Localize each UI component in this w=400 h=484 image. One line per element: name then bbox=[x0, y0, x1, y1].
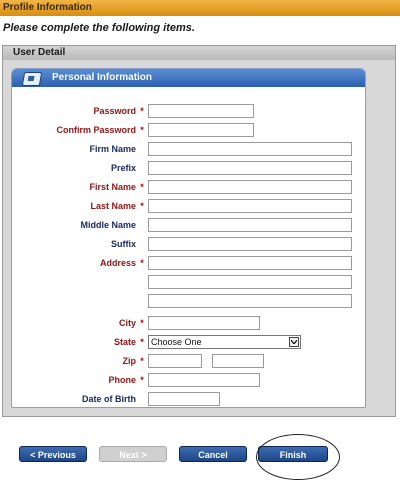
confirm-password-input[interactable] bbox=[148, 123, 254, 137]
prefix-input[interactable] bbox=[148, 161, 352, 175]
required-asterisk: * bbox=[140, 318, 144, 328]
address-label: Address bbox=[99, 258, 136, 268]
required-asterisk: * bbox=[140, 125, 144, 135]
firm-name-label: Firm Name bbox=[89, 144, 136, 154]
first-name-label: First Name bbox=[89, 182, 136, 192]
address-line-3-input[interactable] bbox=[148, 294, 352, 308]
wizard-buttons: < Previous Next > Cancel Finish bbox=[0, 446, 400, 466]
confirm-password-label: Confirm Password bbox=[56, 125, 136, 135]
section-title: User Detail bbox=[3, 46, 395, 60]
instruction-text: Please complete the following items. bbox=[3, 22, 195, 34]
phone-label: Phone bbox=[108, 375, 136, 385]
state-label: State bbox=[113, 337, 136, 347]
dob-input[interactable] bbox=[148, 392, 220, 406]
first-name-input[interactable] bbox=[148, 180, 352, 194]
previous-button[interactable]: < Previous bbox=[19, 446, 87, 462]
last-name-row: Last Name * bbox=[12, 198, 365, 214]
required-asterisk: * bbox=[140, 201, 144, 211]
id-card-icon bbox=[21, 72, 43, 86]
phone-input[interactable] bbox=[148, 373, 260, 387]
panel-title: Personal Information bbox=[52, 72, 153, 83]
state-selected-value: Choose One bbox=[151, 337, 202, 347]
panel-header: Personal Information bbox=[12, 69, 365, 87]
password-row: Password * bbox=[12, 103, 365, 119]
window-title: Profile Information bbox=[0, 0, 400, 16]
address-line-1-input[interactable] bbox=[148, 256, 352, 270]
dob-label: Date of Birth bbox=[82, 394, 136, 404]
firm-name-input[interactable] bbox=[148, 142, 352, 156]
confirm-password-row: Confirm Password * bbox=[12, 122, 365, 138]
state-row: State * Choose One bbox=[12, 334, 365, 350]
prefix-label: Prefix bbox=[110, 163, 136, 173]
zip-row: Zip * bbox=[12, 353, 365, 369]
user-detail-section: User Detail Personal Information Passwor… bbox=[2, 45, 396, 417]
password-label: Password bbox=[93, 106, 136, 116]
middle-name-input[interactable] bbox=[148, 218, 352, 232]
state-select[interactable]: Choose One bbox=[148, 335, 301, 349]
suffix-label: Suffix bbox=[110, 239, 136, 249]
firm-name-row: Firm Name bbox=[12, 141, 365, 157]
city-input[interactable] bbox=[148, 316, 260, 330]
middle-name-label: Middle Name bbox=[80, 220, 136, 230]
city-label: City bbox=[118, 318, 136, 328]
last-name-label: Last Name bbox=[90, 201, 136, 211]
required-asterisk: * bbox=[140, 258, 144, 268]
first-name-row: First Name * bbox=[12, 179, 365, 195]
address-line-2-row bbox=[12, 274, 365, 290]
cancel-button[interactable]: Cancel bbox=[179, 446, 247, 462]
password-input[interactable] bbox=[148, 104, 254, 118]
middle-name-row: Middle Name bbox=[12, 217, 365, 233]
address-row: Address * bbox=[12, 255, 365, 271]
required-asterisk: * bbox=[140, 182, 144, 192]
personal-information-panel: Personal Information Password * Confirm … bbox=[11, 68, 366, 408]
zip-label: Zip bbox=[122, 356, 137, 366]
phone-row: Phone * bbox=[12, 372, 365, 388]
suffix-input[interactable] bbox=[148, 237, 352, 251]
required-asterisk: * bbox=[140, 375, 144, 385]
required-asterisk: * bbox=[140, 356, 144, 366]
address-line-3-row bbox=[12, 293, 365, 309]
required-asterisk: * bbox=[140, 106, 144, 116]
address-line-2-input[interactable] bbox=[148, 275, 352, 289]
zip-input[interactable] bbox=[148, 354, 202, 368]
last-name-input[interactable] bbox=[148, 199, 352, 213]
prefix-row: Prefix bbox=[12, 160, 365, 176]
suffix-row: Suffix bbox=[12, 236, 365, 252]
required-asterisk: * bbox=[140, 337, 144, 347]
next-button: Next > bbox=[99, 446, 167, 462]
chevron-down-icon[interactable] bbox=[289, 337, 299, 347]
zip-extension-input[interactable] bbox=[212, 354, 264, 368]
highlight-circle bbox=[256, 434, 340, 480]
city-row: City * bbox=[12, 315, 365, 331]
dob-row: Date of Birth bbox=[12, 391, 365, 407]
